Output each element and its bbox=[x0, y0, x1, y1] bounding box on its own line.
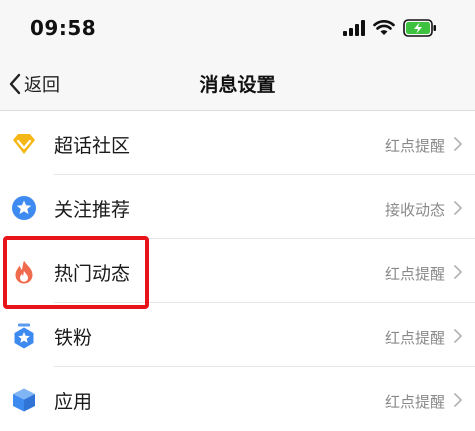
highlight-annotation-box bbox=[3, 236, 149, 309]
chevron-right-icon bbox=[454, 137, 462, 151]
row-label: 铁粉 bbox=[54, 327, 93, 349]
row-value: 红点提醒 bbox=[384, 393, 445, 411]
chevron-right-icon bbox=[454, 393, 462, 407]
diamond-icon bbox=[13, 134, 35, 154]
settings-row-iron-fans[interactable]: 铁粉 红点提醒 bbox=[0, 303, 475, 367]
row-value: 红点提醒 bbox=[384, 265, 445, 283]
nav-bar: 返回 消息设置 bbox=[0, 58, 475, 111]
settings-row-chaohua[interactable]: 超话社区 红点提醒 bbox=[0, 111, 475, 175]
settings-row-follow-recommend[interactable]: 关注推荐 接收动态 bbox=[0, 175, 475, 239]
row-label: 超话社区 bbox=[54, 135, 131, 157]
status-icons bbox=[343, 18, 453, 38]
row-value: 红点提醒 bbox=[384, 329, 445, 347]
row-value: 接收动态 bbox=[384, 201, 445, 219]
signal-icon bbox=[343, 20, 365, 36]
row-value: 红点提醒 bbox=[384, 137, 445, 155]
row-label: 关注推荐 bbox=[54, 199, 131, 221]
page-title: 消息设置 bbox=[199, 74, 276, 96]
settings-row-apps[interactable]: 应用 红点提醒 bbox=[0, 367, 475, 431]
cube-icon bbox=[13, 388, 35, 412]
row-label: 应用 bbox=[54, 391, 93, 413]
badge-icon bbox=[14, 323, 34, 349]
battery-charging-icon bbox=[403, 19, 436, 37]
status-time: 09:58 bbox=[30, 16, 97, 40]
chevron-right-icon bbox=[454, 201, 462, 215]
chevron-right-icon bbox=[454, 329, 462, 343]
wifi-icon bbox=[373, 20, 395, 35]
star-icon bbox=[12, 196, 36, 220]
chevron-right-icon bbox=[454, 265, 462, 279]
status-bar: 09:58 bbox=[0, 0, 475, 58]
